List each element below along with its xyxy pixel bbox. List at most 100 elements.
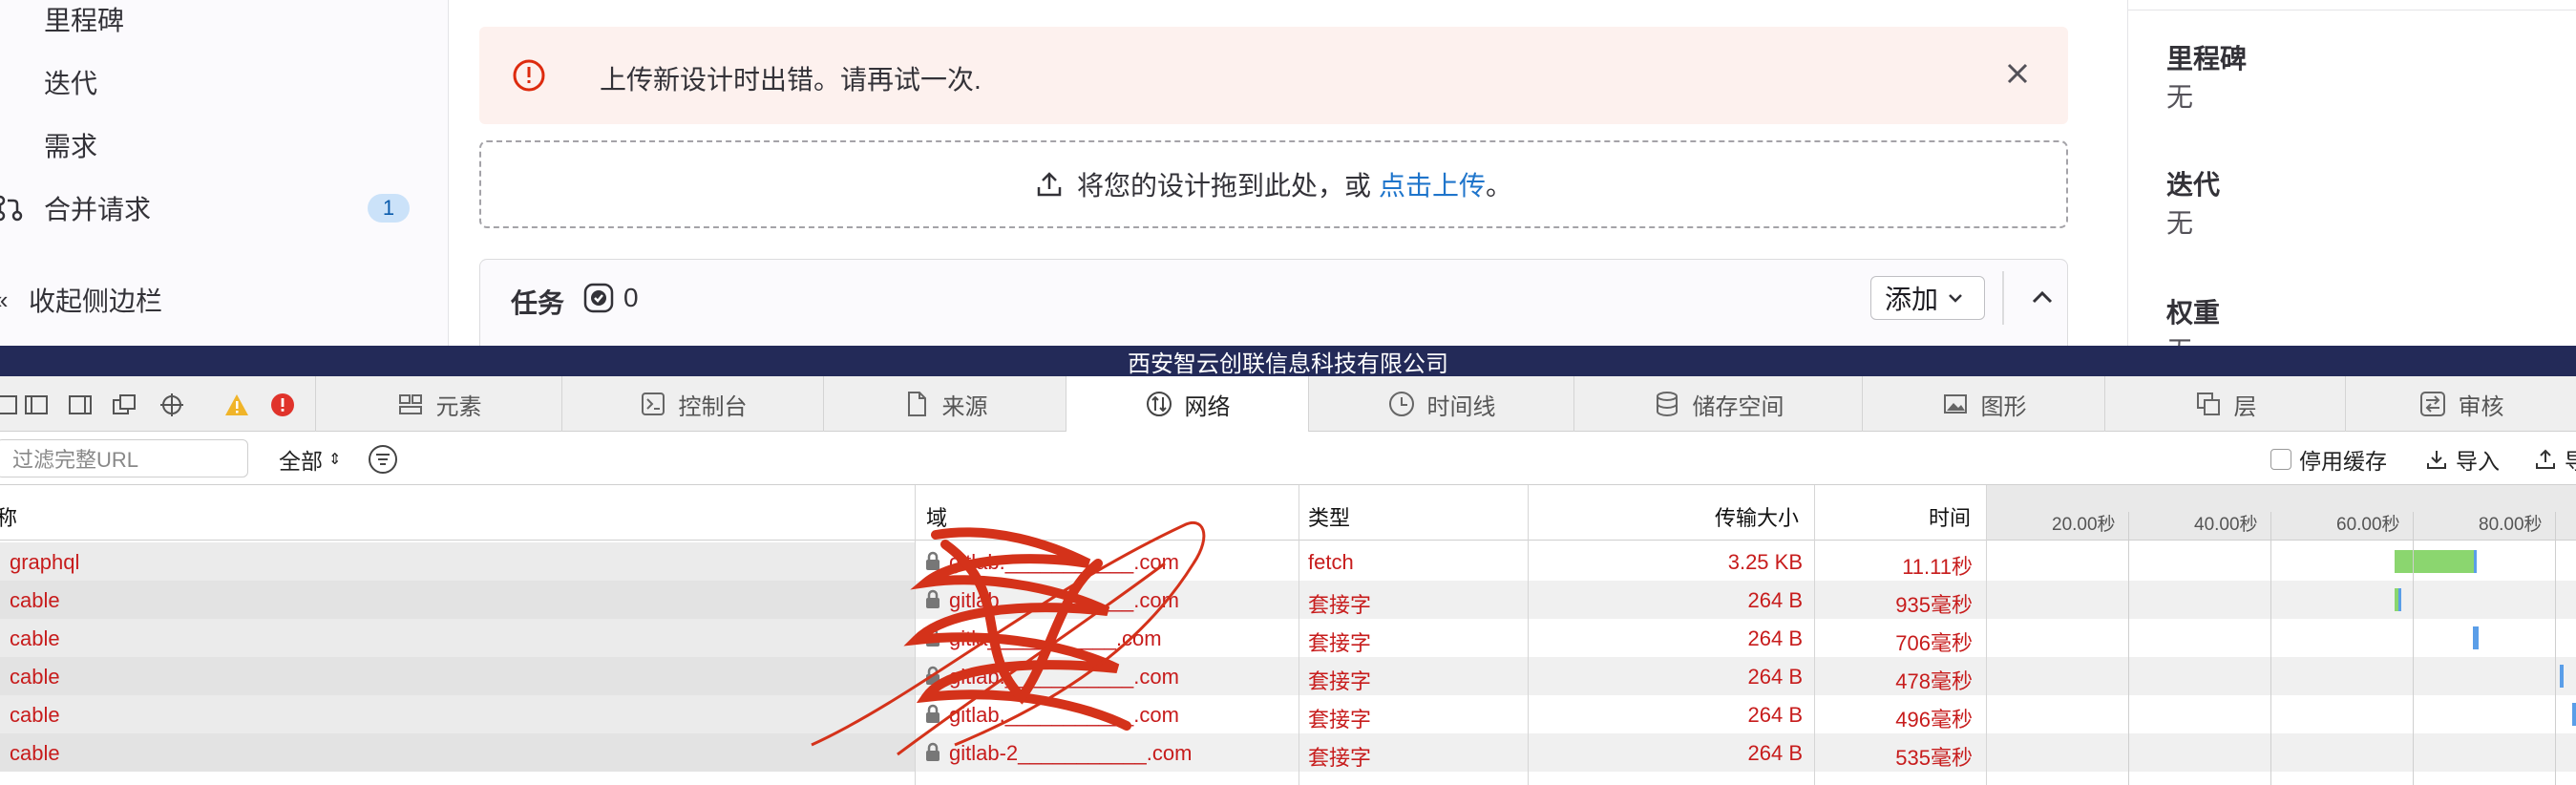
tab-storage[interactable]: 储存空间 bbox=[1573, 376, 1862, 432]
tab-label: 储存空间 bbox=[1692, 393, 1784, 420]
request-type: fetch bbox=[1308, 550, 1354, 574]
column-divider bbox=[915, 485, 916, 785]
timeline-gridline bbox=[2413, 512, 2414, 785]
request-size: 264 B bbox=[1747, 741, 1804, 765]
timeline-tick-label: 40.00秒 bbox=[2194, 515, 2258, 535]
close-icon[interactable] bbox=[2003, 59, 2032, 88]
disable-cache-checkbox[interactable] bbox=[2270, 449, 2291, 470]
sidebar-item-label: 里程碑 bbox=[44, 6, 125, 35]
request-name: cable bbox=[10, 626, 60, 650]
tab-graphics[interactable]: 图形 bbox=[1862, 376, 2104, 432]
tab-audit[interactable]: 审核 bbox=[2345, 376, 2576, 432]
upload-icon bbox=[1037, 172, 1062, 197]
iteration-value: 无 bbox=[2166, 208, 2194, 238]
design-dropzone[interactable]: 将您的设计拖到此处，或 点击上传 。 bbox=[479, 140, 2068, 228]
request-time: 11.11秒 bbox=[1902, 555, 1973, 579]
waterfall-bar bbox=[2473, 626, 2479, 649]
tab-layers[interactable]: 层 bbox=[2104, 376, 2345, 432]
tab-label: 审核 bbox=[2458, 393, 2504, 420]
sidebar-item-merge-requests[interactable]: 合并请求 1 bbox=[0, 189, 449, 227]
tab-console[interactable]: 控制台 bbox=[561, 376, 823, 432]
request-time: 478毫秒 bbox=[1895, 669, 1973, 693]
url-filter-input[interactable]: 过滤完整URL bbox=[0, 439, 248, 477]
collapse-label: 收起侧边栏 bbox=[29, 286, 163, 316]
import-label: 导入 bbox=[2456, 449, 2500, 474]
col-transfer-size[interactable]: 传输大小 bbox=[1715, 501, 1799, 532]
request-type: 套接字 bbox=[1308, 593, 1372, 617]
request-time: 535毫秒 bbox=[1895, 746, 1973, 770]
divider bbox=[2128, 10, 2576, 11]
timeline-gridline bbox=[2555, 512, 2556, 785]
warning-icon[interactable] bbox=[223, 392, 250, 418]
tab-label: 网络 bbox=[1184, 393, 1231, 420]
tab-elements[interactable]: 元素 bbox=[315, 376, 561, 432]
request-type: 套接字 bbox=[1308, 746, 1372, 770]
timeline-tick-label: 60.00秒 bbox=[2336, 515, 2400, 535]
request-row[interactable]: cable gitlab.___________.com 套接字 264 B 478毫秒 bbox=[0, 657, 2576, 695]
left-sidebar: 里程碑 迭代 需求 合并请求 1 « 收起侧边栏 bbox=[0, 0, 449, 346]
element-picker-icon[interactable] bbox=[158, 392, 185, 418]
tab-label: 层 bbox=[2233, 393, 2257, 420]
milestone-value: 无 bbox=[2166, 82, 2194, 112]
layers-icon bbox=[2196, 392, 2220, 415]
export-button[interactable]: 导 bbox=[2534, 443, 2576, 476]
sidebar-item-label: 迭代 bbox=[44, 69, 98, 98]
waterfall-bar bbox=[2395, 588, 2402, 611]
add-task-dropdown[interactable]: 添加 bbox=[1870, 276, 1985, 320]
dock-left-icon[interactable] bbox=[0, 392, 19, 418]
request-row[interactable]: cable gitlab-2___________.com 套接字 264 B 535毫… bbox=[0, 733, 2576, 772]
tab-label: 图形 bbox=[1980, 393, 2027, 420]
type-select-value: 全部 bbox=[279, 449, 323, 474]
tab-timelines[interactable]: 时间线 bbox=[1308, 376, 1573, 432]
export-label: 导 bbox=[2565, 449, 2576, 474]
updown-chevron-icon: ⇕ bbox=[328, 452, 342, 468]
import-button[interactable]: 导入 bbox=[2425, 443, 2500, 476]
request-row[interactable]: cable gitlab.___________.com 套接字 264 B 496毫秒 bbox=[0, 695, 2576, 733]
col-time[interactable]: 时间 bbox=[1929, 501, 1971, 532]
chevrons-left-icon: « bbox=[0, 286, 8, 315]
request-type: 套接字 bbox=[1308, 669, 1372, 693]
tab-sources[interactable]: 来源 bbox=[823, 376, 1066, 432]
dropzone-suffix: 。 bbox=[1486, 171, 1513, 201]
image-icon bbox=[1943, 394, 1967, 414]
undock-icon[interactable] bbox=[111, 392, 137, 418]
filter-options-icon[interactable] bbox=[367, 443, 399, 476]
request-name: cable bbox=[10, 741, 60, 765]
name-cell-bg bbox=[0, 619, 915, 657]
milestone-label: 里程碑 bbox=[2166, 44, 2248, 74]
col-domain[interactable]: 域 bbox=[926, 501, 947, 532]
timeline-gridline bbox=[2270, 512, 2271, 785]
request-type: 套接字 bbox=[1308, 631, 1372, 655]
click-upload-link[interactable]: 点击上传 bbox=[1379, 165, 1486, 203]
col-name[interactable]: 称 bbox=[0, 501, 17, 532]
disable-cache-toggle[interactable]: 停用缓存 bbox=[2270, 443, 2387, 476]
chevron-down-icon bbox=[1949, 294, 1962, 303]
col-type[interactable]: 类型 bbox=[1308, 501, 1350, 532]
error-count-icon[interactable] bbox=[269, 392, 296, 418]
resource-type-select[interactable]: 全部 ⇕ bbox=[279, 443, 341, 476]
chevron-up-icon[interactable] bbox=[2025, 281, 2059, 315]
request-size: 264 B bbox=[1747, 703, 1804, 727]
name-cell-bg bbox=[0, 581, 915, 619]
column-divider bbox=[1528, 485, 1529, 785]
tab-network[interactable]: 网络 bbox=[1066, 376, 1308, 432]
request-type: 套接字 bbox=[1308, 708, 1372, 732]
request-size: 264 B bbox=[1747, 588, 1804, 612]
file-icon bbox=[907, 392, 926, 416]
request-name: cable bbox=[10, 703, 60, 727]
request-row[interactable]: cable gitlab.___________.com 套接字 264 B 935毫秒 bbox=[0, 581, 2576, 619]
request-domain: gitlab.___________.com bbox=[949, 588, 1179, 612]
timeline-tick-label: 20.00秒 bbox=[2052, 515, 2116, 535]
name-cell-bg bbox=[0, 733, 915, 772]
lock-icon bbox=[926, 704, 940, 723]
layout-icon bbox=[398, 394, 422, 414]
request-row[interactable]: cable gitla___________.com 套接字 264 B 706毫秒 bbox=[0, 619, 2576, 657]
error-alert: 上传新设计时出错。请再试一次. bbox=[479, 27, 2068, 124]
request-name: cable bbox=[10, 665, 60, 689]
dock-bottom-icon[interactable] bbox=[23, 392, 50, 418]
dock-right-icon[interactable] bbox=[67, 392, 94, 418]
request-row[interactable]: graphql gitlab.___________.com fetch 3.25 K… bbox=[0, 542, 2576, 581]
request-size: 3.25 KB bbox=[1727, 550, 1803, 574]
request-time: 935毫秒 bbox=[1895, 593, 1973, 617]
request-name: cable bbox=[10, 588, 60, 612]
